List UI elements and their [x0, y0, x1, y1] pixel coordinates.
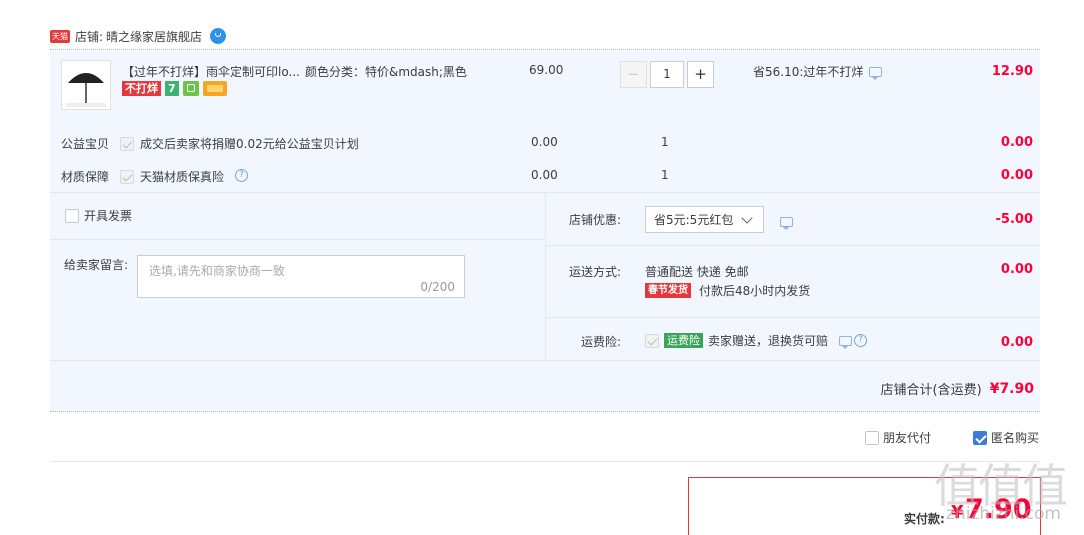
extra-row-material: 材质保障 天猫材质保真险 ? 0.00 1 0.00	[61, 167, 1033, 185]
shop-total: 店铺合计(含运费) ¥7.90	[880, 379, 1034, 399]
invoice-label: 开具发票	[84, 209, 133, 223]
discount-text: 省56.10:过年不打烊	[753, 65, 864, 79]
material-total: 0.00	[1000, 168, 1033, 183]
right-divider-2	[545, 317, 1040, 318]
insurance-message-icon[interactable]	[839, 335, 853, 349]
insurance-row: 运费险 卖家赠送，退换货可赔 ?	[645, 332, 868, 349]
quantity-input[interactable]: 1	[650, 61, 684, 88]
anonymous-option[interactable]: 匿名购买	[973, 429, 1039, 446]
shipping-amount: 0.00	[1000, 262, 1033, 277]
tmall-icon: 天猫	[50, 29, 70, 43]
material-qty: 1	[661, 168, 669, 182]
charity-qty: 1	[661, 135, 669, 149]
product-sku: 颜色分类：特价&mdash;黑色	[305, 65, 467, 79]
shop-total-value: ¥7.90	[989, 380, 1034, 397]
seven-day-return-icon: 7	[165, 81, 179, 96]
watermark-site: zhizhizhi.com	[946, 504, 1061, 524]
unit-price: 69.00	[529, 63, 564, 77]
no-closing-tag: 不打烊	[122, 81, 161, 96]
discount-info: 省56.10:过年不打烊	[753, 63, 883, 80]
shipping-method: 普通配送 快递 免邮	[645, 265, 749, 279]
insurance-help-icon[interactable]: ?	[854, 334, 868, 347]
coupon-select[interactable]: 省5元:5元红包	[645, 206, 764, 233]
message-label: 给卖家留言:	[64, 258, 129, 272]
card-pay-icon	[202, 81, 227, 96]
coupon-message-icon[interactable]	[780, 216, 793, 230]
spring-festival-shipping-tag: 春节发货	[645, 283, 691, 298]
service-icon	[182, 81, 199, 96]
shipping-note-row: 春节发货 付款后48小时内发货	[645, 282, 810, 299]
quantity-stepper: − 1 +	[620, 61, 714, 88]
insurance-amount: 0.00	[1000, 335, 1033, 350]
column-divider	[545, 192, 546, 360]
lower-divider-bottom	[50, 360, 1040, 361]
material-desc: 天猫材质保真险	[140, 170, 225, 184]
insurance-note: 卖家赠送，退换货可赔	[708, 334, 829, 348]
panel-bottom-divider	[50, 411, 1040, 412]
invoice-checkbox[interactable]	[65, 208, 79, 223]
shop-total-label: 店铺合计(含运费)	[880, 383, 982, 398]
insurance-label: 运费险:	[581, 335, 622, 349]
shop-divider	[50, 49, 1040, 50]
invoice-option[interactable]: 开具发票	[65, 207, 132, 224]
message-icon[interactable]	[869, 66, 883, 80]
left-sub-divider	[50, 239, 545, 240]
options-divider	[50, 461, 1040, 462]
charity-price: 0.00	[531, 135, 558, 149]
product-thumbnail[interactable]	[61, 60, 111, 110]
friend-pay-label: 朋友代付	[883, 431, 932, 445]
shipping-note: 付款后48小时内发货	[699, 284, 811, 298]
material-price: 0.00	[531, 168, 558, 182]
coupon-selected-value: 省5元:5元红包	[654, 213, 734, 227]
wangwang-chat-icon[interactable]	[210, 28, 227, 44]
item-subtotal: 12.90	[991, 64, 1033, 79]
shop-label: 店铺:	[75, 29, 104, 44]
shop-header: 天猫 店铺: 晴之缘家居旗舰店	[50, 27, 227, 45]
message-counter: 0/200	[420, 280, 455, 294]
message-placeholder: 选填,请先和商家协商一致	[149, 264, 285, 278]
help-icon[interactable]: ?	[235, 169, 248, 182]
charity-label: 公益宝贝	[61, 137, 110, 151]
shipping-label: 运送方式:	[569, 265, 622, 279]
extra-row-charity: 公益宝贝 成交后卖家将捐赠0.02元给公益宝贝计划 0.00 1 0.00	[61, 134, 1033, 152]
charity-checkbox[interactable]	[120, 136, 134, 151]
quantity-plus-button[interactable]: +	[687, 61, 714, 88]
message-textarea[interactable]: 选填,请先和商家协商一致 0/200	[137, 255, 465, 298]
quantity-minus-button[interactable]: −	[620, 61, 647, 88]
chevron-down-icon	[741, 212, 753, 224]
material-checkbox[interactable]	[120, 169, 134, 184]
umbrella-image	[66, 73, 106, 107]
coupon-label: 店铺优惠:	[569, 213, 622, 227]
freight-insurance-tag: 运费险	[664, 333, 703, 348]
charity-total: 0.00	[1000, 135, 1033, 150]
anonymous-checkbox[interactable]	[973, 430, 987, 445]
shop-name-link[interactable]: 晴之缘家居旗舰店	[106, 28, 202, 45]
insurance-checkbox[interactable]	[645, 333, 659, 348]
product-title-link[interactable]: 【过年不打烊】雨伞定制可印lo...	[122, 63, 300, 80]
charity-desc: 成交后卖家将捐赠0.02元给公益宝贝计划	[140, 137, 359, 151]
friend-pay-option[interactable]: 朋友代付	[865, 429, 931, 446]
anonymous-label: 匿名购买	[991, 431, 1040, 445]
right-divider-1	[545, 245, 1040, 246]
product-tags: 不打烊 7	[122, 81, 227, 96]
coupon-amount: -5.00	[995, 212, 1033, 227]
friend-pay-checkbox[interactable]	[865, 430, 879, 445]
material-label: 材质保障	[61, 170, 110, 184]
